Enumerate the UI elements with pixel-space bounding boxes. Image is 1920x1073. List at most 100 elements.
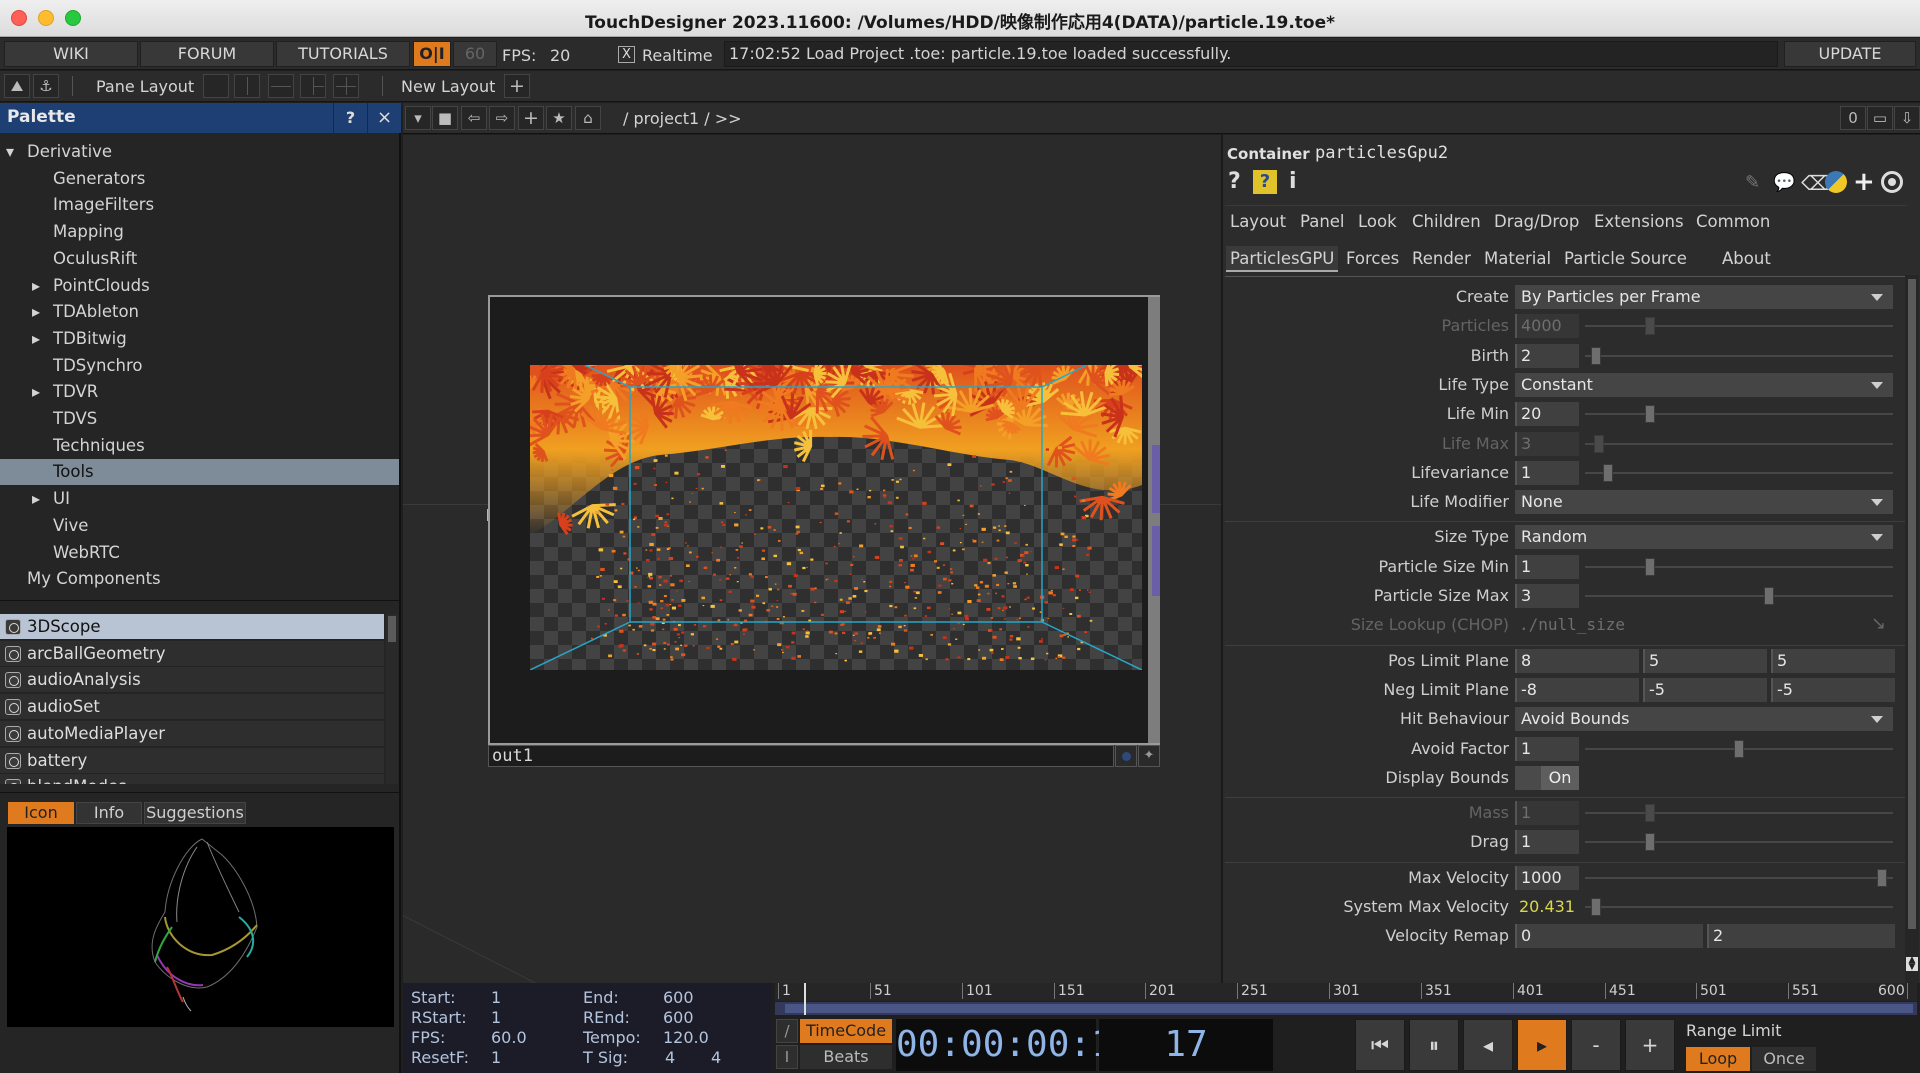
forum-button[interactable]: FORUM [140, 41, 274, 67]
tab-icon[interactable]: Icon [8, 802, 74, 824]
chevron-right-icon[interactable]: ▸ [32, 379, 40, 405]
resetf-value[interactable]: 1 [491, 1048, 501, 1067]
node-output-connector[interactable] [1152, 445, 1160, 513]
param-slider-handle[interactable] [1645, 804, 1655, 823]
param-slider-handle[interactable] [1877, 868, 1887, 887]
mountain-icon[interactable]: ⛰ [4, 74, 30, 98]
palette-tree-item[interactable]: ImageFilters [0, 192, 399, 218]
once-button[interactable]: Once [1752, 1047, 1816, 1071]
param-slider-handle[interactable] [1764, 587, 1774, 605]
param-toggle-off[interactable] [1515, 765, 1541, 790]
network-editor[interactable]: ↗ ➔ 🔒 out1 [402, 135, 1221, 984]
param-tab[interactable]: ParticlesGPU [1226, 246, 1339, 272]
param-value-field[interactable]: 4000 [1515, 314, 1579, 339]
param-vector-field[interactable]: -8 [1515, 677, 1639, 702]
add-icon[interactable]: + [518, 106, 544, 130]
param-slider-handle[interactable] [1645, 833, 1655, 852]
param-slider[interactable] [1585, 906, 1893, 908]
fps-target[interactable]: 60 [453, 41, 497, 67]
timeline-ruler[interactable]: 1 51 101 151 201 251 301 351 401 451 501 551 600 [775, 983, 1917, 1001]
end-value[interactable]: 600 [663, 988, 694, 1007]
param-toggle-on[interactable]: On [1541, 765, 1579, 790]
param-value-field[interactable]: 1 [1515, 801, 1579, 826]
update-button[interactable]: UPDATE [1784, 41, 1916, 67]
param-tab[interactable]: Particle Source [1560, 246, 1691, 272]
param-tab[interactable]: Extensions [1594, 209, 1684, 235]
param-slider[interactable] [1585, 812, 1893, 815]
add-parameter-icon[interactable]: + [1853, 167, 1875, 197]
add-layout-button[interactable]: + [504, 74, 530, 98]
fps-value[interactable]: 60.0 [491, 1028, 527, 1047]
tab-info[interactable]: Info [76, 802, 142, 824]
param-tab[interactable]: Render [1408, 246, 1475, 272]
palette-tree-item[interactable]: Generators [0, 166, 399, 192]
drag-target-icon[interactable]: ↘ [1871, 613, 1886, 634]
param-slider-handle[interactable] [1734, 739, 1744, 758]
palette-tree-item[interactable]: My Components [0, 566, 399, 592]
increase-speed-icon[interactable]: + [1625, 1019, 1675, 1071]
param-slider[interactable] [1585, 442, 1893, 445]
param-vector-field[interactable]: -5 [1643, 677, 1767, 702]
tab-suggestions[interactable]: Suggestions [144, 802, 246, 824]
param-vector-field[interactable]: 0 [1515, 924, 1703, 949]
param-tab[interactable]: About [1718, 246, 1775, 272]
param-tab[interactable]: Material [1480, 246, 1555, 272]
param-value-field[interactable]: 3 [1515, 584, 1579, 608]
python-icon[interactable] [1825, 171, 1847, 193]
forward-icon[interactable]: ⇨ [489, 106, 515, 130]
play-icon[interactable]: ▸ [1517, 1019, 1567, 1071]
param-vector-field[interactable]: -5 [1771, 677, 1895, 702]
component-list-item[interactable]: audioSet [0, 694, 384, 721]
param-slider[interactable] [1585, 471, 1893, 474]
node-output-connector[interactable] [1152, 526, 1160, 596]
download-icon[interactable]: ⇩ [1894, 106, 1920, 130]
palette-close-button[interactable]: × [367, 103, 401, 133]
param-vector-field[interactable]: 8 [1515, 648, 1639, 673]
component-list-item[interactable]: blendModes [0, 774, 384, 784]
target-icon[interactable] [1881, 171, 1903, 193]
param-value-field[interactable]: 1 [1515, 736, 1579, 761]
tutorials-button[interactable]: TUTORIALS [276, 41, 410, 67]
timecode-mode-button[interactable]: TimeCode [800, 1019, 892, 1043]
oi-toggle[interactable]: O|I [413, 41, 451, 67]
timecode-toggle[interactable]: / [776, 1019, 798, 1043]
param-tab[interactable]: Children [1412, 209, 1481, 235]
component-list-item[interactable]: arcBallGeometry [0, 640, 384, 667]
param-slider-handle[interactable] [1591, 898, 1601, 916]
timeline-range-bar[interactable] [775, 1002, 1917, 1015]
current-frame-display[interactable]: 17 [1099, 1019, 1273, 1071]
chevron-down-icon[interactable]: ▾ [405, 106, 431, 130]
start-value[interactable]: 1 [491, 988, 501, 1007]
param-slider-handle[interactable] [1645, 405, 1655, 424]
palette-help-button[interactable]: ? [333, 103, 367, 133]
node-name[interactable]: out1 [488, 745, 1114, 767]
component-scrollbar[interactable] [386, 614, 398, 784]
param-vector-field[interactable]: 5 [1771, 648, 1895, 673]
param-slider-handle[interactable] [1645, 557, 1655, 576]
help-icon[interactable]: ? [1228, 169, 1241, 194]
palette-tree-item[interactable]: ▸ TDVR [0, 379, 399, 405]
param-scrollbar[interactable]: ▲ ▼ [1905, 275, 1919, 983]
back-icon[interactable]: ⇦ [461, 106, 487, 130]
viewer-toggle-icon[interactable] [1115, 745, 1137, 767]
layout-split-horizontal-icon[interactable] [268, 74, 294, 98]
pencil-icon[interactable]: ✎ [1745, 172, 1760, 193]
param-tab[interactable]: Drag/Drop [1494, 209, 1579, 235]
param-value-field[interactable]: 1 [1515, 554, 1579, 579]
param-value-field[interactable]: 20 [1515, 402, 1579, 427]
tsig-value-2[interactable]: 4 [711, 1048, 721, 1067]
layout-three-pane-icon[interactable] [300, 74, 326, 98]
param-slider-handle[interactable] [1591, 346, 1601, 365]
stop-icon[interactable]: ■ [432, 106, 458, 130]
param-slider[interactable] [1585, 325, 1893, 328]
realtime-checkbox[interactable]: X [618, 46, 635, 63]
palette-tree-item[interactable]: ▸ TDBitwig [0, 326, 399, 352]
param-vector-field[interactable]: 2 [1707, 924, 1895, 949]
param-slider[interactable] [1585, 841, 1893, 844]
param-value-field[interactable]: 1 [1515, 460, 1579, 485]
tempo-value[interactable]: 120.0 [663, 1028, 709, 1047]
param-slider[interactable] [1585, 354, 1893, 357]
param-vector-field[interactable]: 5 [1643, 648, 1767, 673]
beats-mode-button[interactable]: Beats [800, 1045, 892, 1069]
component-list-item[interactable]: autoMediaPlayer [0, 720, 384, 747]
